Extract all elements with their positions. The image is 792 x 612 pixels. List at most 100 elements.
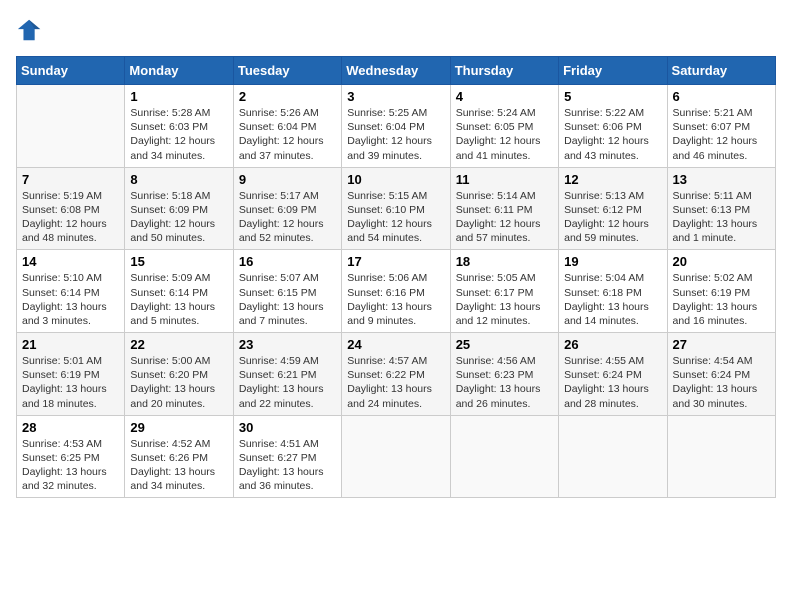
- day-info: Sunrise: 5:17 AM Sunset: 6:09 PM Dayligh…: [239, 189, 336, 246]
- day-info: Sunrise: 4:51 AM Sunset: 6:27 PM Dayligh…: [239, 437, 336, 494]
- day-number: 25: [456, 337, 553, 352]
- day-info: Sunrise: 5:21 AM Sunset: 6:07 PM Dayligh…: [673, 106, 770, 163]
- day-info: Sunrise: 4:55 AM Sunset: 6:24 PM Dayligh…: [564, 354, 661, 411]
- calendar-cell: 9 Sunrise: 5:17 AM Sunset: 6:09 PM Daylig…: [233, 167, 341, 250]
- day-info: Sunrise: 5:11 AM Sunset: 6:13 PM Dayligh…: [673, 189, 770, 246]
- calendar-cell: 29Sunrise: 4:52 AM Sunset: 6:26 PM Dayli…: [125, 415, 233, 498]
- day-number: 9: [239, 172, 336, 187]
- day-info: Sunrise: 5:26 AM Sunset: 6:04 PM Dayligh…: [239, 106, 336, 163]
- calendar-cell: 10 Sunrise: 5:15 AM Sunset: 6:10 PM Dayli…: [342, 167, 450, 250]
- day-info: Sunrise: 5:05 AM Sunset: 6:17 PM Dayligh…: [456, 271, 553, 328]
- day-info: Sunrise: 5:13 AM Sunset: 6:12 PM Dayligh…: [564, 189, 661, 246]
- day-number: 28: [22, 420, 119, 435]
- calendar-cell: 2 Sunrise: 5:26 AM Sunset: 6:04 PM Daylig…: [233, 85, 341, 168]
- day-info: Sunrise: 5:22 AM Sunset: 6:06 PM Dayligh…: [564, 106, 661, 163]
- day-info: Sunrise: 4:59 AM Sunset: 6:21 PM Dayligh…: [239, 354, 336, 411]
- calendar-cell: 25 Sunrise: 4:56 AM Sunset: 6:23 PM Dayli…: [450, 333, 558, 416]
- day-number: 30: [239, 420, 336, 435]
- calendar-week-3: 14Sunrise: 5:10 AM Sunset: 6:14 PM Dayli…: [17, 250, 776, 333]
- calendar-week-5: 28Sunrise: 4:53 AM Sunset: 6:25 PM Dayli…: [17, 415, 776, 498]
- day-info: Sunrise: 5:02 AM Sunset: 6:19 PM Dayligh…: [673, 271, 770, 328]
- day-number: 22: [130, 337, 227, 352]
- calendar-cell: 8 Sunrise: 5:18 AM Sunset: 6:09 PM Daylig…: [125, 167, 233, 250]
- calendar-cell: 13 Sunrise: 5:11 AM Sunset: 6:13 PM Dayli…: [667, 167, 775, 250]
- calendar-cell: 23 Sunrise: 4:59 AM Sunset: 6:21 PM Dayli…: [233, 333, 341, 416]
- day-info: Sunrise: 4:56 AM Sunset: 6:23 PM Dayligh…: [456, 354, 553, 411]
- day-number: 24: [347, 337, 444, 352]
- day-info: Sunrise: 4:57 AM Sunset: 6:22 PM Dayligh…: [347, 354, 444, 411]
- header-friday: Friday: [559, 57, 667, 85]
- calendar-cell: 14Sunrise: 5:10 AM Sunset: 6:14 PM Dayli…: [17, 250, 125, 333]
- day-number: 10: [347, 172, 444, 187]
- calendar-cell: 15Sunrise: 5:09 AM Sunset: 6:14 PM Dayli…: [125, 250, 233, 333]
- day-number: 11: [456, 172, 553, 187]
- calendar-cell: 19 Sunrise: 5:04 AM Sunset: 6:18 PM Dayli…: [559, 250, 667, 333]
- calendar-cell: [17, 85, 125, 168]
- calendar-week-2: 7 Sunrise: 5:19 AM Sunset: 6:08 PM Daylig…: [17, 167, 776, 250]
- day-number: 17: [347, 254, 444, 269]
- calendar-cell: 24 Sunrise: 4:57 AM Sunset: 6:22 PM Dayli…: [342, 333, 450, 416]
- day-number: 19: [564, 254, 661, 269]
- day-number: 21: [22, 337, 119, 352]
- day-info: Sunrise: 5:09 AM Sunset: 6:14 PM Dayligh…: [130, 271, 227, 328]
- day-info: Sunrise: 5:07 AM Sunset: 6:15 PM Dayligh…: [239, 271, 336, 328]
- day-number: 26: [564, 337, 661, 352]
- calendar-cell: 12 Sunrise: 5:13 AM Sunset: 6:12 PM Dayli…: [559, 167, 667, 250]
- calendar-cell: [667, 415, 775, 498]
- day-info: Sunrise: 5:01 AM Sunset: 6:19 PM Dayligh…: [22, 354, 119, 411]
- day-info: Sunrise: 5:04 AM Sunset: 6:18 PM Dayligh…: [564, 271, 661, 328]
- day-number: 18: [456, 254, 553, 269]
- calendar-cell: 21 Sunrise: 5:01 AM Sunset: 6:19 PM Dayli…: [17, 333, 125, 416]
- day-info: Sunrise: 4:54 AM Sunset: 6:24 PM Dayligh…: [673, 354, 770, 411]
- page-header: [16, 16, 776, 44]
- calendar-cell: 7 Sunrise: 5:19 AM Sunset: 6:08 PM Daylig…: [17, 167, 125, 250]
- day-info: Sunrise: 5:14 AM Sunset: 6:11 PM Dayligh…: [456, 189, 553, 246]
- day-number: 13: [673, 172, 770, 187]
- calendar-cell: 22 Sunrise: 5:00 AM Sunset: 6:20 PM Dayli…: [125, 333, 233, 416]
- calendar-table: SundayMondayTuesdayWednesdayThursdayFrid…: [16, 56, 776, 498]
- day-info: Sunrise: 5:19 AM Sunset: 6:08 PM Dayligh…: [22, 189, 119, 246]
- calendar-cell: 28Sunrise: 4:53 AM Sunset: 6:25 PM Dayli…: [17, 415, 125, 498]
- calendar-cell: 6 Sunrise: 5:21 AM Sunset: 6:07 PM Daylig…: [667, 85, 775, 168]
- day-info: Sunrise: 5:24 AM Sunset: 6:05 PM Dayligh…: [456, 106, 553, 163]
- day-info: Sunrise: 5:00 AM Sunset: 6:20 PM Dayligh…: [130, 354, 227, 411]
- day-info: Sunrise: 5:28 AM Sunset: 6:03 PM Dayligh…: [130, 106, 227, 163]
- day-number: 2: [239, 89, 336, 104]
- header-saturday: Saturday: [667, 57, 775, 85]
- calendar-week-4: 21 Sunrise: 5:01 AM Sunset: 6:19 PM Dayli…: [17, 333, 776, 416]
- day-number: 12: [564, 172, 661, 187]
- calendar-cell: 1Sunrise: 5:28 AM Sunset: 6:03 PM Daylig…: [125, 85, 233, 168]
- header-sunday: Sunday: [17, 57, 125, 85]
- day-info: Sunrise: 5:15 AM Sunset: 6:10 PM Dayligh…: [347, 189, 444, 246]
- calendar-cell: 26 Sunrise: 4:55 AM Sunset: 6:24 PM Dayli…: [559, 333, 667, 416]
- calendar-cell: [559, 415, 667, 498]
- day-number: 23: [239, 337, 336, 352]
- day-number: 27: [673, 337, 770, 352]
- day-number: 8: [130, 172, 227, 187]
- day-number: 7: [22, 172, 119, 187]
- day-number: 3: [347, 89, 444, 104]
- day-info: Sunrise: 5:25 AM Sunset: 6:04 PM Dayligh…: [347, 106, 444, 163]
- day-number: 6: [673, 89, 770, 104]
- calendar-week-1: 1Sunrise: 5:28 AM Sunset: 6:03 PM Daylig…: [17, 85, 776, 168]
- calendar-cell: 30 Sunrise: 4:51 AM Sunset: 6:27 PM Dayli…: [233, 415, 341, 498]
- calendar-header-row: SundayMondayTuesdayWednesdayThursdayFrid…: [17, 57, 776, 85]
- calendar-cell: 5 Sunrise: 5:22 AM Sunset: 6:06 PM Daylig…: [559, 85, 667, 168]
- calendar-cell: 17 Sunrise: 5:06 AM Sunset: 6:16 PM Dayli…: [342, 250, 450, 333]
- day-number: 20: [673, 254, 770, 269]
- calendar-cell: 27 Sunrise: 4:54 AM Sunset: 6:24 PM Dayli…: [667, 333, 775, 416]
- day-number: 16: [239, 254, 336, 269]
- calendar-cell: 3 Sunrise: 5:25 AM Sunset: 6:04 PM Daylig…: [342, 85, 450, 168]
- calendar-cell: 4Sunrise: 5:24 AM Sunset: 6:05 PM Daylig…: [450, 85, 558, 168]
- day-number: 5: [564, 89, 661, 104]
- day-info: Sunrise: 4:52 AM Sunset: 6:26 PM Dayligh…: [130, 437, 227, 494]
- calendar-cell: 20 Sunrise: 5:02 AM Sunset: 6:19 PM Dayli…: [667, 250, 775, 333]
- calendar-cell: 16 Sunrise: 5:07 AM Sunset: 6:15 PM Dayli…: [233, 250, 341, 333]
- day-number: 14: [22, 254, 119, 269]
- day-info: Sunrise: 5:18 AM Sunset: 6:09 PM Dayligh…: [130, 189, 227, 246]
- header-wednesday: Wednesday: [342, 57, 450, 85]
- header-monday: Monday: [125, 57, 233, 85]
- day-info: Sunrise: 5:06 AM Sunset: 6:16 PM Dayligh…: [347, 271, 444, 328]
- logo-icon: [16, 16, 44, 44]
- calendar-cell: 18 Sunrise: 5:05 AM Sunset: 6:17 PM Dayli…: [450, 250, 558, 333]
